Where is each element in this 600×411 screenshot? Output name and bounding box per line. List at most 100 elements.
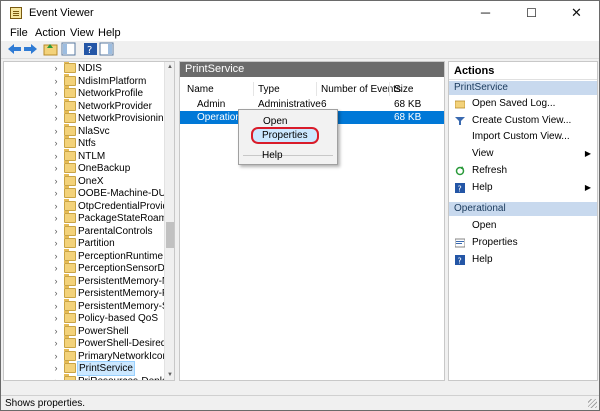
tree-item-label: NetworkProvisioning — [78, 113, 170, 124]
menu-action[interactable]: Action — [35, 27, 66, 39]
tree-scrollbar[interactable]: ▲ ▼ — [164, 62, 174, 380]
expand-chevron-icon[interactable]: › — [51, 101, 61, 111]
folder-icon — [64, 223, 76, 236]
minimize-button[interactable]: ─ — [463, 1, 508, 25]
expand-chevron-icon[interactable]: › — [51, 288, 61, 298]
tree-item[interactable]: › Partition — [4, 236, 174, 250]
expand-chevron-icon[interactable]: › — [51, 276, 61, 286]
context-menu-properties[interactable]: Properties — [240, 128, 334, 143]
actions-section-printservice[interactable]: PrintService — [449, 81, 597, 95]
tree-item-label: OneBackup — [78, 163, 131, 174]
action-create-custom-view[interactable]: Create Custom View... — [449, 114, 597, 128]
action-open[interactable]: Open — [449, 219, 597, 233]
tree-item-label: NdisImPlatform — [78, 75, 147, 87]
expand-chevron-icon[interactable]: › — [51, 338, 61, 348]
up-folder-icon[interactable] — [43, 42, 58, 56]
resize-grip[interactable] — [588, 399, 597, 408]
expand-chevron-icon[interactable]: › — [51, 226, 61, 236]
tree-item[interactable]: › PersistentMemory-ScmE — [4, 298, 174, 313]
tree-item[interactable]: › PrintService — [4, 361, 174, 376]
tree-item[interactable]: › OtpCredentialProvider — [4, 198, 174, 213]
tree-item[interactable]: › PerceptionRuntime — [4, 248, 174, 263]
tree-item[interactable]: › NDIS — [4, 62, 174, 75]
expand-chevron-icon[interactable]: › — [51, 138, 61, 148]
scroll-up-arrow-icon[interactable]: ▲ — [165, 62, 174, 72]
tree-item[interactable]: › NTLM — [4, 148, 174, 163]
action-help[interactable]: ? Help ▶ — [449, 181, 597, 195]
expand-chevron-icon[interactable]: › — [51, 263, 61, 273]
expand-chevron-icon[interactable]: › — [51, 251, 61, 261]
expand-chevron-icon[interactable]: › — [51, 176, 61, 186]
tree-item[interactable]: › OneX — [4, 173, 174, 188]
action-refresh[interactable]: Refresh — [449, 164, 597, 178]
expand-chevron-icon[interactable]: › — [51, 326, 61, 336]
tree-scrollbar-thumb[interactable] — [166, 222, 174, 248]
expand-chevron-icon[interactable]: › — [51, 213, 61, 223]
expand-chevron-icon[interactable]: › — [51, 238, 61, 248]
actions-title: Actions — [449, 62, 597, 80]
expand-chevron-icon[interactable]: › — [51, 313, 61, 323]
action-open-saved-log[interactable]: Open Saved Log... — [449, 97, 597, 111]
tree-item[interactable]: › NetworkProfile — [4, 86, 174, 100]
show-action-pane-icon[interactable] — [99, 42, 114, 56]
tree-item[interactable]: › PersistentMemory-Pmer — [4, 286, 174, 300]
expand-chevron-icon[interactable]: › — [51, 76, 61, 86]
action-label: Import Custom View... — [472, 131, 570, 142]
actions-section-operational[interactable]: Operational — [449, 202, 597, 216]
menu-file[interactable]: File — [10, 27, 28, 39]
expand-chevron-icon[interactable]: › — [51, 151, 61, 161]
maximize-button[interactable]: ☐ — [509, 1, 554, 25]
column-divider[interactable] — [316, 82, 317, 96]
scroll-down-arrow-icon[interactable]: ▼ — [165, 370, 174, 380]
tree-item[interactable]: › PersistentMemory-Nvdi — [4, 273, 174, 288]
tree-item[interactable]: › OneBackup — [4, 161, 174, 175]
row-size: 68 KB — [394, 112, 422, 123]
tree-item[interactable]: › PriResources-Deployme — [4, 373, 174, 381]
column-divider[interactable] — [389, 82, 390, 96]
tree-item[interactable]: › PerceptionSensorDataSe — [4, 261, 174, 275]
action-properties[interactable]: Properties — [449, 236, 597, 250]
column-name[interactable]: Name — [187, 84, 214, 95]
menu-view[interactable]: View — [70, 27, 94, 39]
column-divider[interactable] — [253, 82, 254, 96]
tree-item[interactable]: › NlaSvc — [4, 123, 174, 138]
tree-item[interactable]: › NetworkProvisioning — [4, 111, 174, 125]
tree-item[interactable]: › Policy-based QoS — [4, 311, 174, 325]
expand-chevron-icon[interactable]: › — [51, 126, 61, 136]
tree-item[interactable]: › NdisImPlatform — [4, 73, 174, 88]
menu-help[interactable]: Help — [98, 27, 121, 39]
expand-chevron-icon[interactable]: › — [51, 351, 61, 361]
folder-icon — [64, 261, 76, 273]
column-size[interactable]: Size — [394, 84, 413, 95]
expand-chevron-icon[interactable]: › — [51, 363, 61, 373]
expand-chevron-icon[interactable]: › — [51, 88, 61, 98]
column-type[interactable]: Type — [258, 84, 280, 95]
expand-chevron-icon[interactable]: › — [51, 376, 61, 381]
expand-chevron-icon[interactable]: › — [51, 113, 61, 123]
forward-arrow-icon[interactable] — [23, 42, 38, 56]
action-help-operational[interactable]: ? Help — [449, 253, 597, 267]
tree-item-label: OOBE-Machine-DUI — [78, 188, 169, 199]
tree-item[interactable]: › PowerShell-DesiredState — [4, 336, 174, 350]
tree-item[interactable]: › PowerShell — [4, 323, 174, 338]
close-button[interactable]: ✕ — [554, 1, 599, 25]
expand-chevron-icon[interactable]: › — [51, 163, 61, 173]
status-text: Shows properties. — [5, 398, 86, 409]
show-hide-tree-icon[interactable] — [61, 42, 76, 56]
tree-item[interactable]: › Ntfs — [4, 136, 174, 150]
tree-item[interactable]: › PrimaryNetworkIcon — [4, 348, 174, 363]
action-view[interactable]: View ▶ — [449, 147, 597, 161]
tree-item[interactable]: › PackageStateRoaming — [4, 211, 174, 225]
tree-item[interactable]: › NetworkProvider — [4, 98, 174, 113]
context-menu-help[interactable]: Help — [240, 148, 334, 163]
tree-item[interactable]: › ParentalControls — [4, 223, 174, 238]
expand-chevron-icon[interactable]: › — [51, 63, 61, 73]
expand-chevron-icon[interactable]: › — [51, 188, 61, 198]
back-arrow-icon[interactable] — [7, 42, 22, 56]
action-import-custom-view[interactable]: Import Custom View... — [449, 130, 597, 144]
expand-chevron-icon[interactable]: › — [51, 301, 61, 311]
expand-chevron-icon[interactable]: › — [51, 201, 61, 211]
tree-item[interactable]: › OOBE-Machine-DUI — [4, 186, 174, 200]
tree-item-label: PerceptionSensorDataSe — [78, 263, 174, 274]
help-icon[interactable]: ? — [83, 42, 98, 56]
